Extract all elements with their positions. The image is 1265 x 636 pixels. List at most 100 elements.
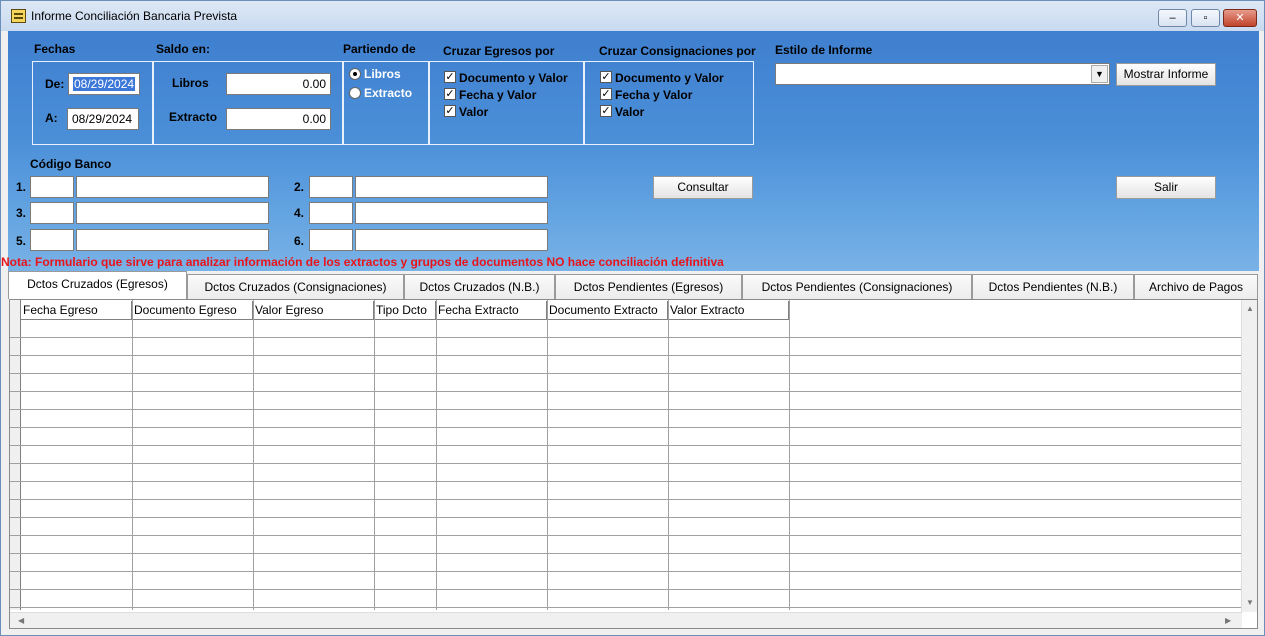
egresos-doc-valor-checkbox[interactable]: ✓ (444, 71, 456, 83)
banco-6-name-input[interactable] (355, 229, 548, 251)
consig-fecha-valor-label: Fecha y Valor (615, 88, 693, 102)
table-row[interactable] (10, 392, 1242, 410)
cruzar-egresos-label: Cruzar Egresos por (443, 44, 555, 58)
fechas-label: Fechas (34, 42, 76, 56)
banco-5-name-input[interactable] (76, 229, 269, 251)
scroll-left-icon[interactable]: ◀ (18, 616, 24, 625)
banco-2-code-input[interactable] (309, 176, 353, 198)
estilo-label: Estilo de Informe (775, 43, 873, 57)
saldo-label: Saldo en: (156, 42, 211, 56)
fecha-desde-input[interactable]: 08/29/2024 (68, 73, 140, 95)
banco-row-4-label: 4. (294, 206, 305, 220)
tab-pendientes-nb[interactable]: Dctos Pendientes (N.B.) (972, 274, 1134, 299)
extracto-label: Extracto (169, 110, 218, 124)
egresos-fecha-valor-checkbox[interactable]: ✓ (444, 88, 456, 100)
grid-header: Fecha Egreso Documento Egreso Valor Egre… (10, 301, 1242, 320)
title-bar: Informe Conciliación Bancaria Prevista –… (1, 1, 1264, 31)
table-row[interactable] (10, 320, 1242, 338)
app-icon (11, 9, 26, 23)
table-row[interactable] (10, 374, 1242, 392)
banco-3-code-input[interactable] (30, 202, 74, 224)
table-row[interactable] (10, 428, 1242, 446)
table-row[interactable] (10, 338, 1242, 356)
column-divider (132, 300, 133, 610)
banco-row-2-label: 2. (294, 180, 305, 194)
restore-button[interactable]: ▫ (1191, 9, 1220, 27)
banco-4-code-input[interactable] (309, 202, 353, 224)
egresos-doc-valor-label: Documento y Valor (459, 71, 568, 85)
tab-strip: Dctos Cruzados (Egresos) Dctos Cruzados … (8, 271, 1259, 299)
radio-extracto-label: Extracto (364, 86, 413, 100)
consultar-button[interactable]: Consultar (653, 176, 753, 199)
report-window: Informe Conciliación Bancaria Prevista –… (0, 0, 1265, 636)
banco-3-name-input[interactable] (76, 202, 269, 224)
scroll-right-icon[interactable]: ▶ (1225, 616, 1231, 625)
banco-2-name-input[interactable] (355, 176, 548, 198)
column-divider (789, 300, 790, 610)
banco-5-code-input[interactable] (30, 229, 74, 251)
consig-valor-label: Valor (615, 105, 645, 119)
mostrar-informe-button[interactable]: Mostrar Informe (1116, 63, 1216, 86)
estilo-informe-select[interactable]: ▼ (775, 63, 1110, 85)
table-row[interactable] (10, 572, 1242, 590)
nota-text: Nota: Formulario que sirve para analizar… (1, 255, 724, 269)
egresos-valor-checkbox[interactable]: ✓ (444, 105, 456, 117)
column-divider (374, 300, 375, 610)
radio-extracto[interactable] (349, 87, 361, 99)
vertical-scrollbar[interactable]: ▲ ▼ (1241, 300, 1257, 612)
table-row[interactable] (10, 590, 1242, 608)
egresos-fecha-valor-label: Fecha y Valor (459, 88, 537, 102)
banco-row-3-label: 3. (16, 206, 27, 220)
table-row[interactable] (10, 446, 1242, 464)
partiendo-label: Partiendo de (343, 42, 416, 56)
window-title: Informe Conciliación Bancaria Prevista (31, 9, 238, 23)
col-tipo-dcto[interactable]: Tipo Dcto (374, 301, 436, 320)
fecha-hasta-input[interactable]: 08/29/2024 (67, 108, 139, 130)
table-row[interactable] (10, 410, 1242, 428)
table-row[interactable] (10, 518, 1242, 536)
results-grid[interactable]: Fecha Egreso Documento Egreso Valor Egre… (9, 299, 1258, 629)
minimize-button[interactable]: – (1158, 9, 1187, 27)
col-documento-extracto[interactable]: Documento Extracto (547, 301, 668, 320)
cruzar-consignaciones-label: Cruzar Consignaciones por (599, 44, 756, 58)
dropdown-arrow-icon[interactable]: ▼ (1091, 65, 1108, 83)
banco-row-5-label: 5. (16, 234, 27, 248)
scroll-up-icon[interactable]: ▲ (1246, 304, 1254, 313)
col-fecha-extracto[interactable]: Fecha Extracto (436, 301, 547, 320)
col-valor-extracto[interactable]: Valor Extracto (668, 301, 789, 320)
banco-1-code-input[interactable] (30, 176, 74, 198)
tab-pendientes-consignaciones[interactable]: Dctos Pendientes (Consignaciones) (742, 274, 972, 299)
col-documento-egreso[interactable]: Documento Egreso (132, 301, 253, 320)
col-valor-egreso[interactable]: Valor Egreso (253, 301, 374, 320)
consig-doc-valor-checkbox[interactable]: ✓ (600, 71, 612, 83)
saldo-libros-input[interactable]: 0.00 (226, 73, 331, 95)
consig-fecha-valor-checkbox[interactable]: ✓ (600, 88, 612, 100)
banco-row-1-label: 1. (16, 180, 27, 194)
table-row[interactable] (10, 464, 1242, 482)
banco-1-name-input[interactable] (76, 176, 269, 198)
tab-archivo-pagos[interactable]: Archivo de Pagos (1134, 274, 1258, 299)
tab-cruzados-consignaciones[interactable]: Dctos Cruzados (Consignaciones) (187, 274, 404, 299)
close-button[interactable]: ✕ (1223, 9, 1257, 27)
tab-cruzados-egresos[interactable]: Dctos Cruzados (Egresos) (8, 271, 187, 299)
de-label: De: (45, 77, 65, 91)
saldo-extracto-input[interactable]: 0.00 (226, 108, 331, 130)
radio-libros[interactable] (349, 68, 361, 80)
egresos-valor-label: Valor (459, 105, 489, 119)
table-row[interactable] (10, 356, 1242, 374)
table-row[interactable] (10, 554, 1242, 572)
radio-libros-label: Libros (364, 67, 401, 81)
table-row[interactable] (10, 482, 1242, 500)
table-row[interactable] (10, 536, 1242, 554)
col-fecha-egreso[interactable]: Fecha Egreso (21, 301, 132, 320)
table-row[interactable] (10, 500, 1242, 518)
horizontal-scrollbar[interactable]: ◀ ▶ (10, 612, 1242, 628)
column-divider (436, 300, 437, 610)
scroll-down-icon[interactable]: ▼ (1246, 598, 1254, 607)
banco-6-code-input[interactable] (309, 229, 353, 251)
salir-button[interactable]: Salir (1116, 176, 1216, 199)
banco-4-name-input[interactable] (355, 202, 548, 224)
tab-cruzados-nb[interactable]: Dctos Cruzados (N.B.) (404, 274, 555, 299)
tab-pendientes-egresos[interactable]: Dctos Pendientes (Egresos) (555, 274, 742, 299)
consig-valor-checkbox[interactable]: ✓ (600, 105, 612, 117)
